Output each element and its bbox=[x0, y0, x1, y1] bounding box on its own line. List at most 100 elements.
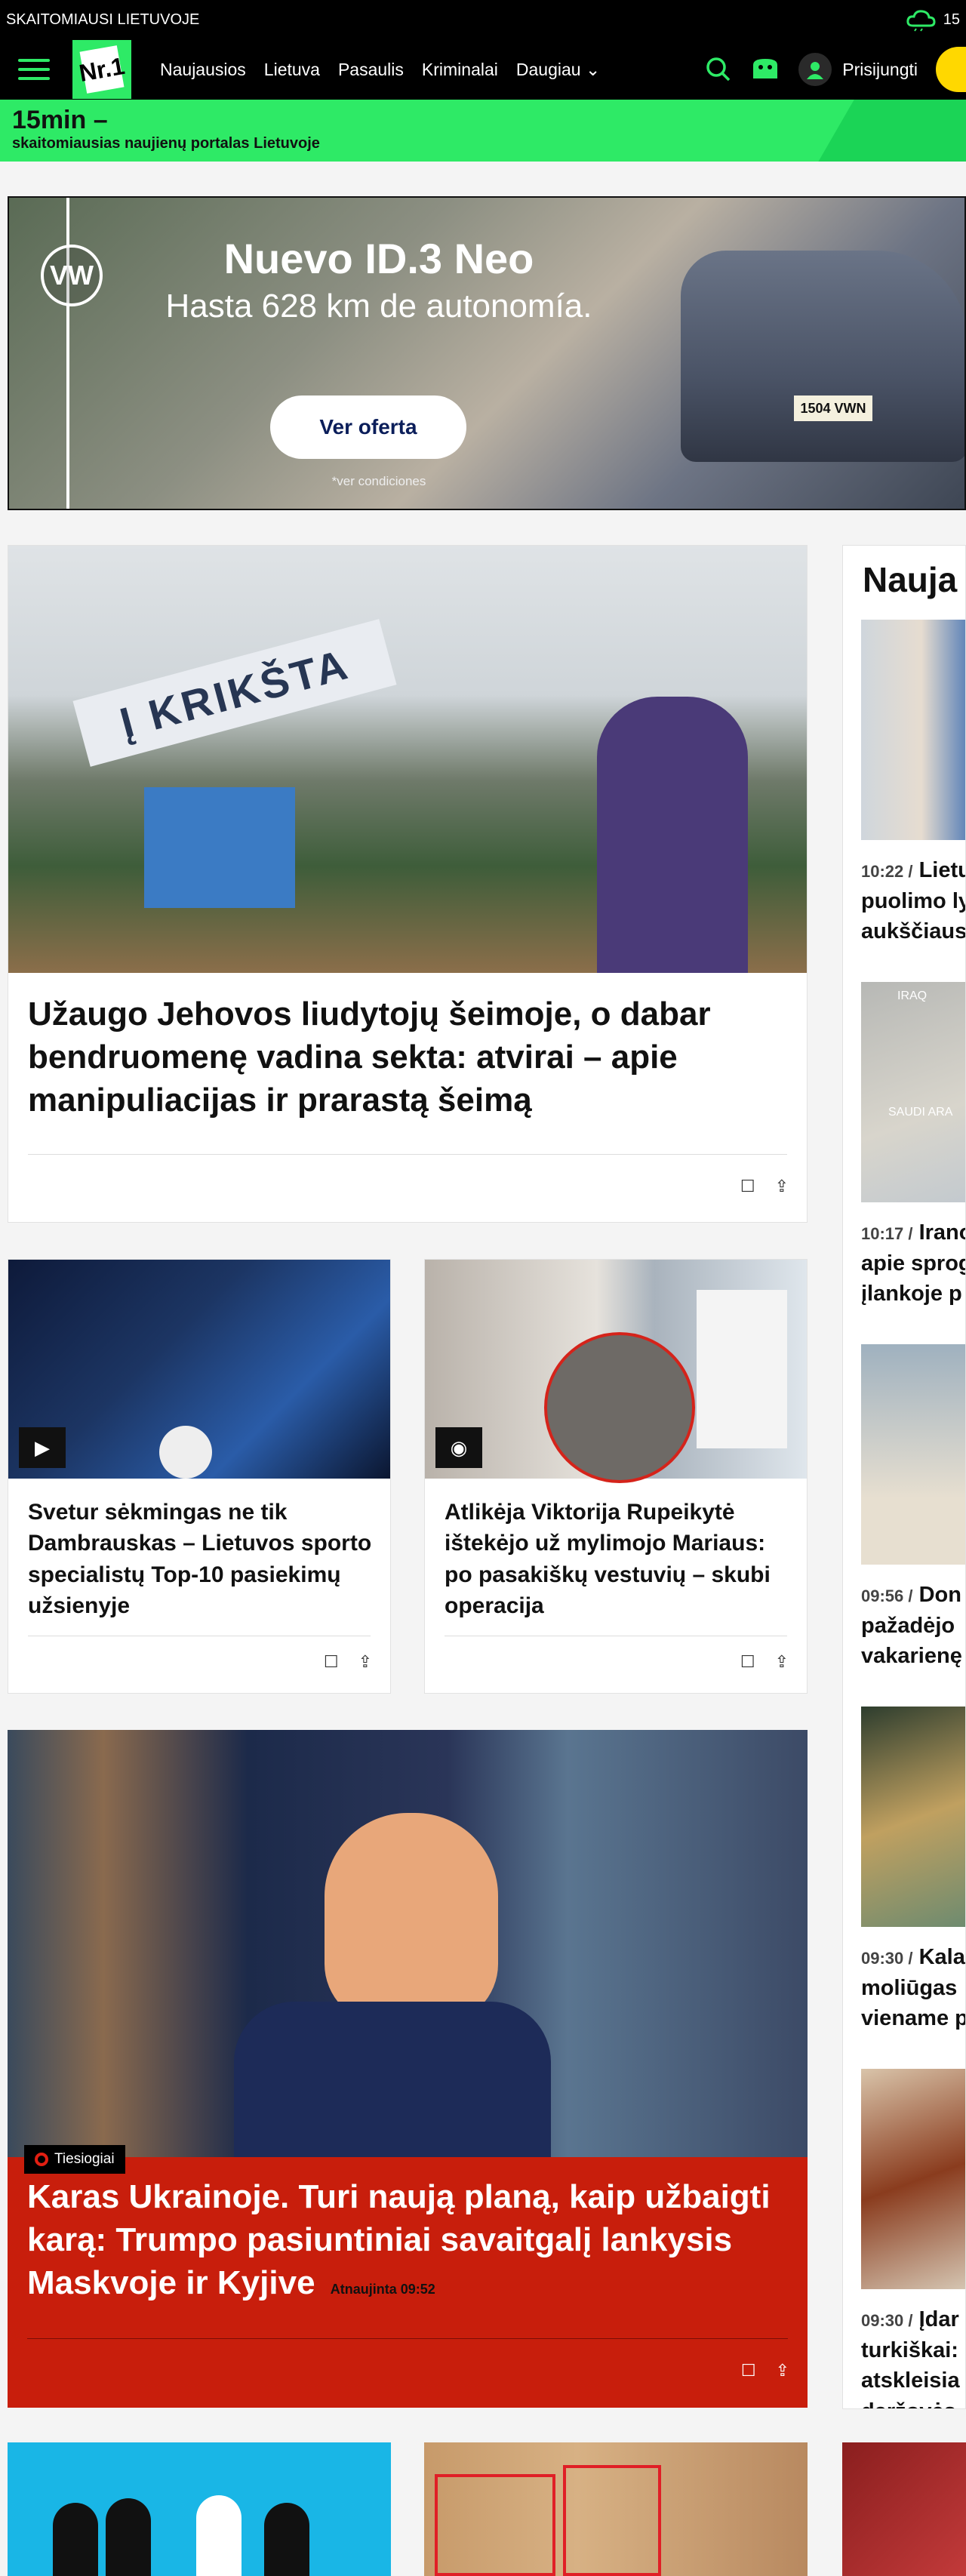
article-card-sport[interactable] bbox=[842, 2442, 966, 2576]
sidebar-item-image[interactable] bbox=[861, 620, 965, 840]
weather-temp: 15 bbox=[943, 11, 960, 28]
site-logo[interactable]: Nr.1 bbox=[72, 40, 131, 99]
subscribe-button[interactable] bbox=[936, 47, 966, 92]
latest-news-sidebar: Nauja 10:22 / Lietu puolimo ly aukščiaus… bbox=[842, 545, 966, 2409]
bookmark-icon[interactable]: ☐ bbox=[741, 2361, 756, 2381]
search-icon[interactable] bbox=[705, 56, 732, 83]
baptism-pool bbox=[144, 787, 295, 908]
nav-item-lietuva[interactable]: Lietuva bbox=[264, 60, 320, 80]
article-card-festival[interactable] bbox=[424, 2442, 808, 2576]
sidebar-item-text[interactable]: 09:56 / Don pažadėjo vakarienę bbox=[861, 1580, 965, 1672]
sidebar-item-image[interactable]: IRAQ SAUDI ARA bbox=[861, 982, 965, 1202]
sidebar-item-time: 10:22 / bbox=[861, 862, 913, 881]
krikstas-sign: Į KRIKŠTA bbox=[72, 619, 397, 767]
sidebar-item-text[interactable]: 09:30 / Kala moliūgas viename p bbox=[861, 1942, 965, 2034]
article-card-sports[interactable]: ▶ Svetur sėkmingas ne tik Dambrauskas – … bbox=[8, 1259, 391, 1694]
live-article-card[interactable]: Tiesiogiai Karas Ukrainoje. Turi naują p… bbox=[8, 1730, 808, 2408]
login-label: Prisijungti bbox=[842, 59, 918, 79]
sidebar-item-image[interactable] bbox=[861, 1344, 965, 1565]
map-label: IRAQ bbox=[897, 989, 928, 1002]
divider bbox=[27, 2338, 788, 2339]
updated-timestamp: Atnaujinta 09:52 bbox=[330, 2282, 435, 2297]
article-actions: ☐ ⇪ bbox=[324, 1652, 372, 1672]
nav-item-daugiau[interactable]: Daugiau ⌄ bbox=[516, 60, 600, 80]
sidebar-line: Irano bbox=[918, 1220, 965, 1245]
ad-subtitle: Hasta 628 km de autonomía. bbox=[165, 288, 592, 325]
live-badge-label: Tiesiogiai bbox=[54, 2151, 115, 2167]
nav-right: Prisijungti bbox=[705, 47, 966, 92]
article-actions: ☐ ⇪ bbox=[740, 1177, 789, 1196]
sidebar-item-time: 09:30 / bbox=[861, 2311, 913, 2330]
vw-logo-icon: VW bbox=[41, 245, 103, 306]
bookmark-icon[interactable]: ☐ bbox=[324, 1652, 339, 1672]
video-play-icon[interactable]: ▶ bbox=[19, 1427, 66, 1468]
main-article-card[interactable]: Į KRIKŠTA Užaugo Jehovos liudytojų šeimo… bbox=[8, 545, 808, 1223]
speaker-face bbox=[325, 1813, 498, 2024]
ad-cta-button[interactable]: Ver oferta bbox=[270, 395, 466, 459]
logo-text: Nr.1 bbox=[77, 45, 127, 94]
article-card-wedding[interactable]: ◉ Atlikėja Viktorija Rupeikytė ištekėjo … bbox=[424, 1259, 808, 1694]
banner-subtitle: skaitomiausias naujienų portalas Lietuvo… bbox=[12, 135, 320, 152]
top-bar: SKAITOMIAUSI LIETUVOJE 15 bbox=[0, 0, 966, 39]
share-icon[interactable]: ⇪ bbox=[358, 1652, 372, 1672]
article-title-sports[interactable]: Svetur sėkmingas ne tik Dambrauskas – Li… bbox=[28, 1497, 375, 1622]
article-title-wedding[interactable]: Atlikėja Viktorija Rupeikytė ištekėjo už… bbox=[445, 1497, 792, 1622]
advertisement[interactable]: VW Nuevo ID.3 Neo Hasta 628 km de autono… bbox=[8, 196, 966, 510]
church bbox=[697, 1290, 787, 1448]
sidebar-item-image[interactable] bbox=[861, 2069, 965, 2289]
main-article-title[interactable]: Užaugo Jehovos liudytojų šeimoje, o daba… bbox=[28, 993, 783, 1122]
bookmark-icon[interactable]: ☐ bbox=[740, 1177, 755, 1196]
sidebar-item-time: 09:56 / bbox=[861, 1587, 913, 1605]
sidebar-line: turkiškai: bbox=[861, 2337, 958, 2362]
main-article-image: Į KRIKŠTA bbox=[8, 546, 807, 973]
nav-menu: Naujausios Lietuva Pasaulis Kriminalai D… bbox=[160, 60, 600, 80]
ad-title: Nuevo ID.3 Neo bbox=[223, 235, 534, 282]
ad-note: *ver condiciones bbox=[331, 474, 426, 488]
tagline: SKAITOMIAUSI LIETUVOJE bbox=[6, 11, 200, 28]
nav-item-naujausios[interactable]: Naujausios bbox=[160, 60, 246, 80]
camera-icon[interactable]: ◉ bbox=[435, 1427, 482, 1468]
sidebar-line: Kala bbox=[918, 1945, 965, 1969]
login-link[interactable]: Prisijungti bbox=[798, 53, 918, 86]
article-actions: ☐ ⇪ bbox=[740, 1652, 789, 1672]
photo-frame bbox=[435, 2474, 555, 2576]
sidebar-item-text[interactable]: 09:30 / Įdar turkiškai: atskleisia daržo… bbox=[861, 2304, 965, 2408]
banner-title: 15min – bbox=[12, 106, 108, 134]
sidebar-line: pažadėjo bbox=[861, 1613, 955, 1638]
user-avatar-icon bbox=[798, 53, 832, 86]
messages-icon[interactable] bbox=[750, 56, 780, 83]
article-actions: ☐ ⇪ bbox=[741, 2361, 789, 2381]
sidebar-line: aukščiaus bbox=[861, 919, 966, 944]
sidebar-line: moliūgas bbox=[861, 1975, 958, 2000]
share-icon[interactable]: ⇪ bbox=[775, 1177, 789, 1196]
sidebar-line: atskleisia bbox=[861, 2368, 960, 2393]
live-dot-icon bbox=[35, 2153, 48, 2166]
menu-burger-icon[interactable] bbox=[15, 54, 53, 85]
article-card-birds[interactable] bbox=[8, 2442, 391, 2576]
nav-item-pasaulis[interactable]: Pasaulis bbox=[338, 60, 404, 80]
soccer-ball bbox=[159, 1426, 212, 1479]
bookmark-icon[interactable]: ☐ bbox=[740, 1652, 755, 1672]
sidebar-line: Lietu bbox=[918, 858, 966, 882]
sidebar-item-time: 10:17 / bbox=[861, 1224, 913, 1243]
divider bbox=[28, 1154, 787, 1155]
main-nav: Nr.1 Naujausios Lietuva Pasaulis Krimina… bbox=[0, 39, 966, 100]
sidebar-title: Nauja bbox=[863, 560, 958, 599]
speaker-suit bbox=[234, 2002, 551, 2157]
sidebar-line: Įdar bbox=[918, 2307, 959, 2331]
sidebar-item-time: 09:30 / bbox=[861, 1949, 913, 1968]
tagline-banner[interactable]: 15min – skaitomiausias naujienų portalas… bbox=[0, 100, 966, 162]
photo-frame bbox=[563, 2465, 661, 2576]
sidebar-item-text[interactable]: 10:22 / Lietu puolimo ly aukščiaus bbox=[861, 855, 966, 947]
share-icon[interactable]: ⇪ bbox=[775, 1652, 789, 1672]
weather-widget[interactable]: 15 bbox=[906, 8, 960, 32]
nav-item-kriminalai[interactable]: Kriminalai bbox=[422, 60, 498, 80]
sidebar-line: vakarienę bbox=[861, 1644, 962, 1669]
sidebar-item-text[interactable]: 10:17 / Irano apie sprog įlankoje p bbox=[861, 1217, 965, 1310]
bird-figure bbox=[53, 2503, 98, 2576]
sidebar-item-image[interactable] bbox=[861, 1707, 965, 1927]
ad-license-plate: 1504 VWN bbox=[794, 395, 872, 421]
share-icon[interactable]: ⇪ bbox=[776, 2361, 789, 2381]
live-article-title[interactable]: Karas Ukrainoje. Turi naują planą, kaip … bbox=[27, 2175, 789, 2305]
couple-portrait bbox=[544, 1332, 695, 1483]
